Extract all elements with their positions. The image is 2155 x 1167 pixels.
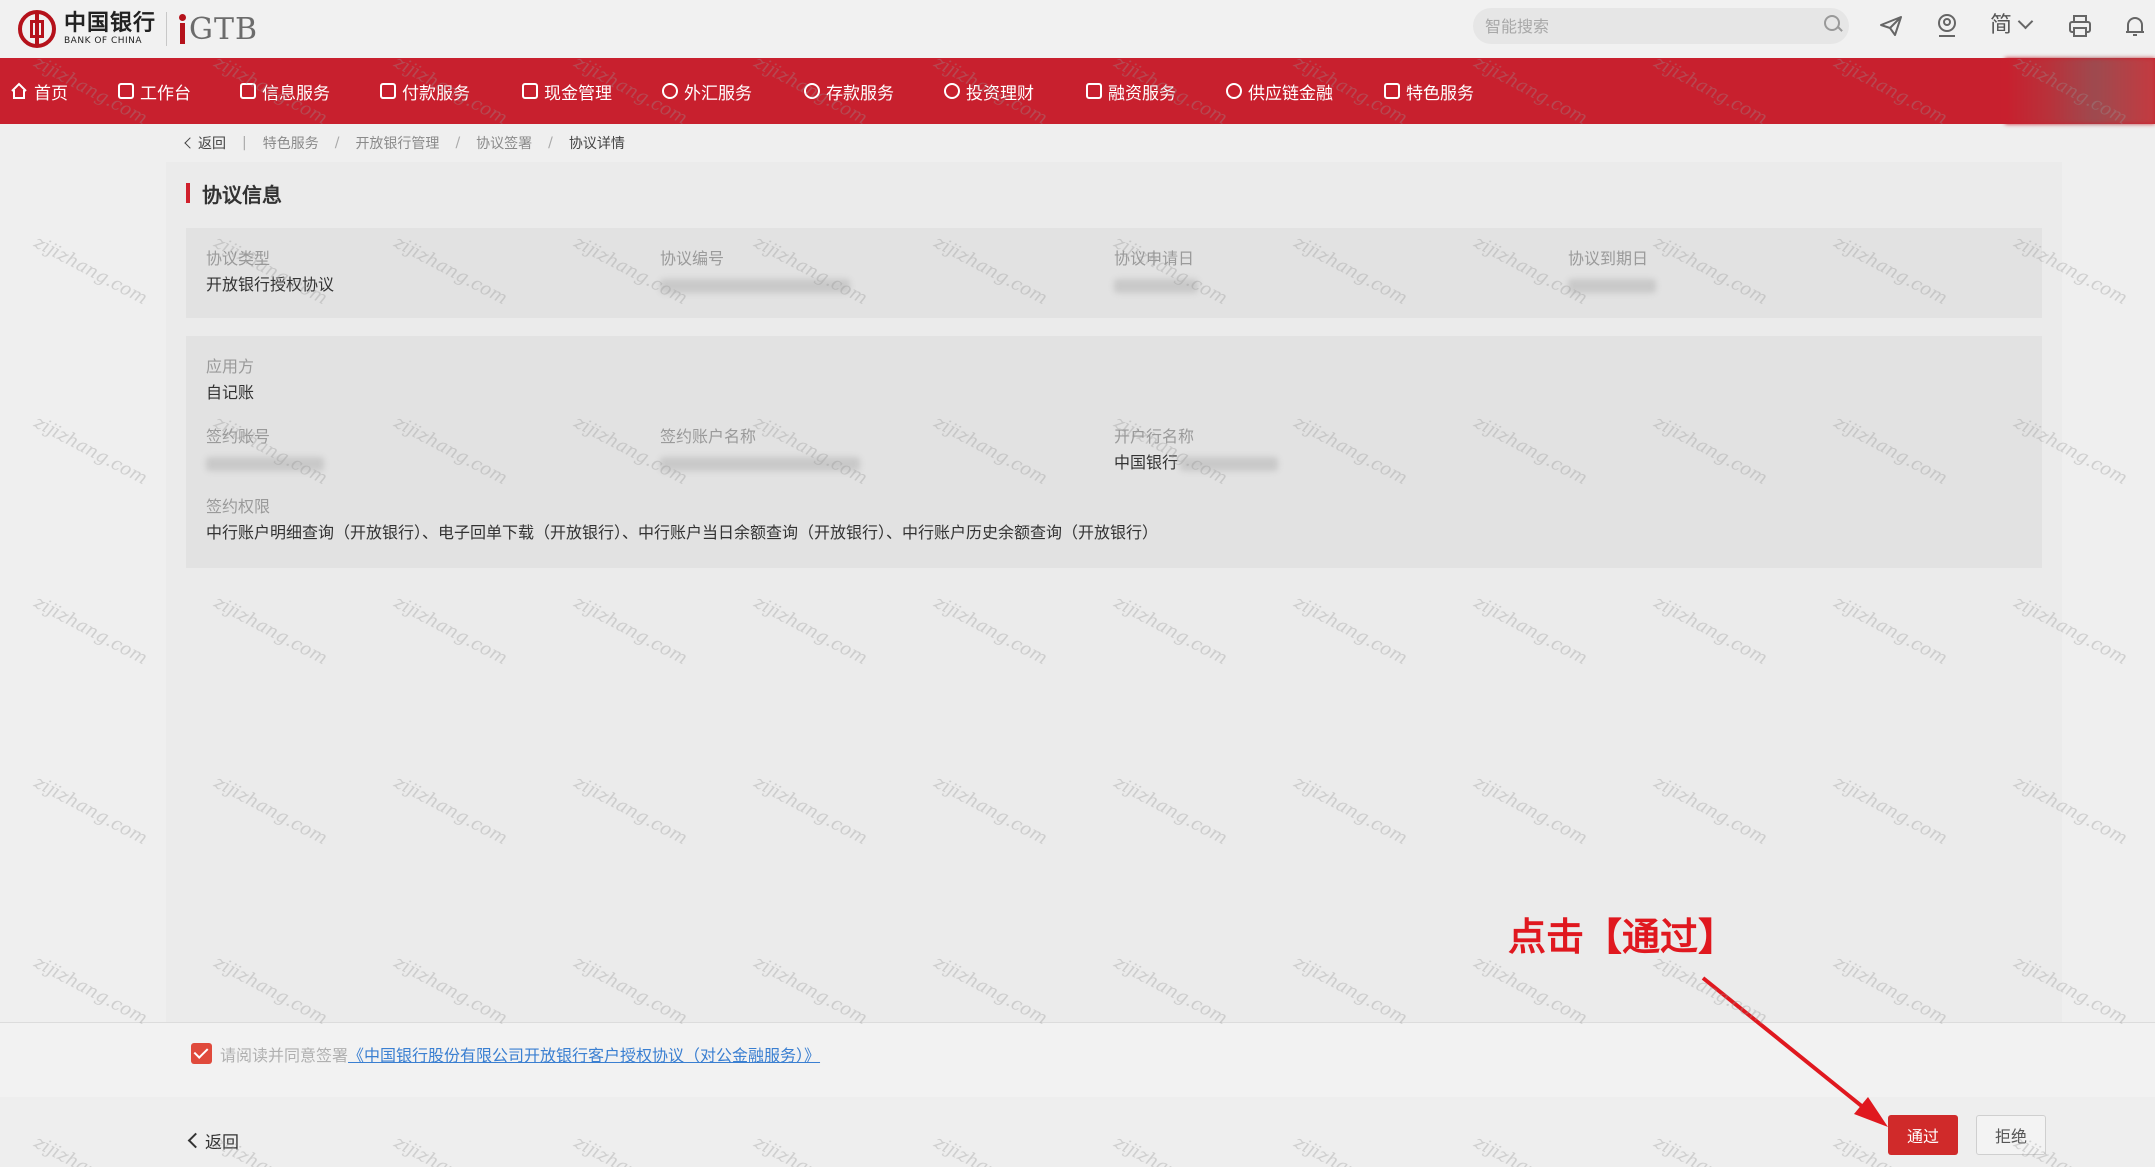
annotation-arrow-icon [1701, 976, 1888, 1127]
